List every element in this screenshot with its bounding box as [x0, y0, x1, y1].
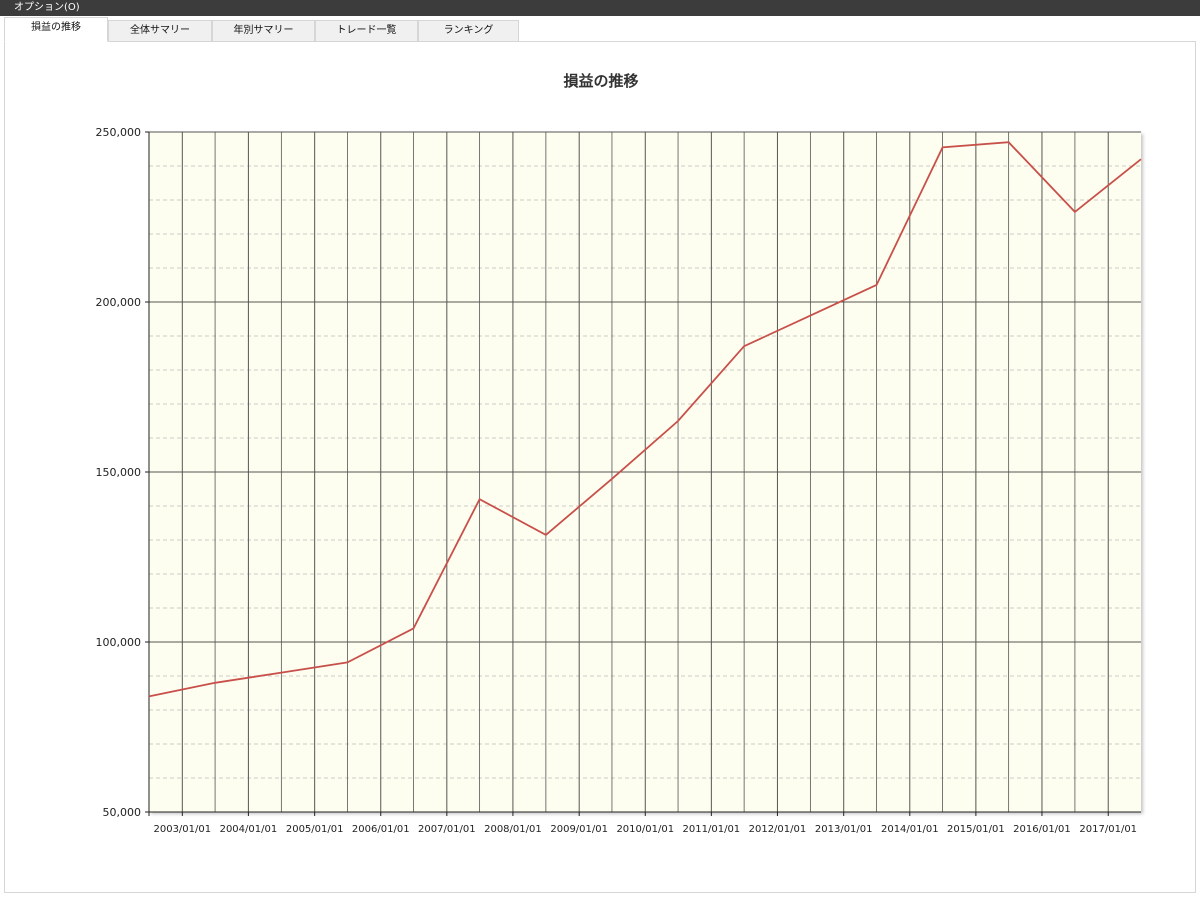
- x-tick-label: 2013/01/01: [815, 824, 873, 835]
- y-tick-label: 150,000: [96, 466, 142, 479]
- y-tick-label: 50,000: [103, 806, 142, 819]
- x-tick-label: 2006/01/01: [352, 824, 410, 835]
- x-tick-label: 2008/01/01: [484, 824, 542, 835]
- y-axis-labels: 50,000 100,000 150,000 200,000 250,000: [96, 126, 142, 819]
- x-tick-label: 2017/01/01: [1079, 824, 1137, 835]
- options-menu[interactable]: オプション(O): [14, 2, 80, 13]
- x-tick-label: 2003/01/01: [153, 824, 211, 835]
- chart-title: 損益の推移: [563, 72, 638, 90]
- tab-overall-summary[interactable]: 全体サマリー: [108, 20, 212, 41]
- x-axis-labels: 2003/01/01 2004/01/01 2005/01/01 2006/01/01…: [153, 824, 1137, 835]
- x-tick-label: 2012/01/01: [749, 824, 807, 835]
- tab-profit-trend[interactable]: 損益の推移: [4, 17, 108, 42]
- tab-strip: 損益の推移 全体サマリー 年別サマリー トレード一覧 ランキング: [0, 16, 1200, 42]
- menubar: オプション(O): [0, 0, 1200, 16]
- x-tick-label: 2015/01/01: [947, 824, 1005, 835]
- x-tick-label: 2016/01/01: [1013, 824, 1071, 835]
- y-tick-label: 200,000: [96, 296, 142, 309]
- chart-panel: 損益の推移 50,000 100,000 150,000 200,000 250,000…: [4, 41, 1196, 893]
- x-tick-label: 2007/01/01: [418, 824, 476, 835]
- x-tick-label: 2009/01/01: [550, 824, 608, 835]
- x-tick-label: 2011/01/01: [683, 824, 741, 835]
- tab-yearly-summary[interactable]: 年別サマリー: [212, 20, 315, 41]
- x-tick-label: 2004/01/01: [220, 824, 278, 835]
- x-tick-label: 2014/01/01: [881, 824, 939, 835]
- tab-ranking[interactable]: ランキング: [418, 20, 519, 41]
- x-tick-label: 2010/01/01: [616, 824, 674, 835]
- x-tick-label: 2005/01/01: [286, 824, 344, 835]
- y-tick-label: 100,000: [96, 636, 142, 649]
- y-tick-label: 250,000: [96, 126, 142, 139]
- tab-trade-list[interactable]: トレード一覧: [315, 20, 418, 41]
- profit-trend-chart: 損益の推移 50,000 100,000 150,000 200,000 250,000…: [96, 72, 1142, 835]
